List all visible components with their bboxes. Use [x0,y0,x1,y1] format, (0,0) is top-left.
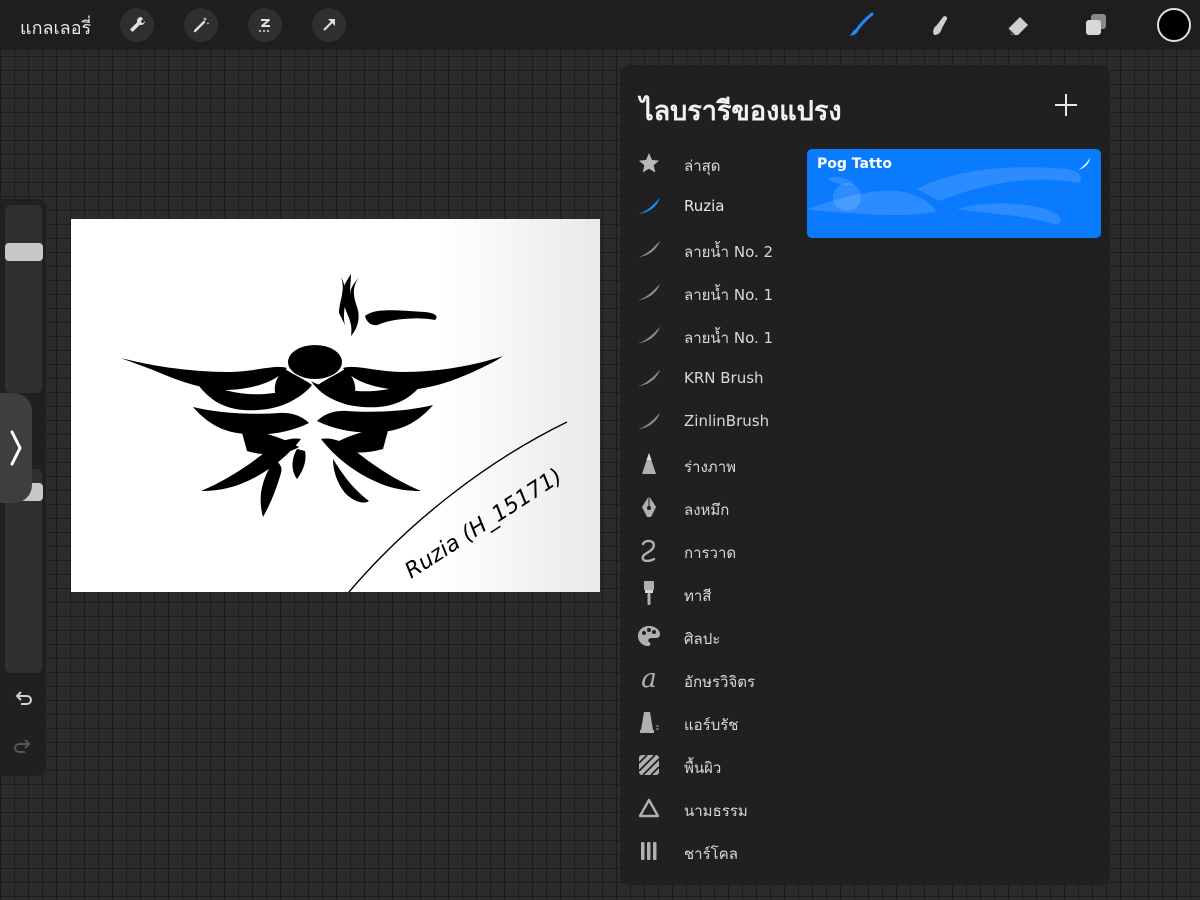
redo-icon[interactable] [11,735,35,759]
category-painting[interactable]: ทาสี [620,573,805,613]
brush-name: Pog Tatto [817,156,892,172]
brush-stroke-icon [1078,158,1090,170]
smudge-icon[interactable] [924,9,956,41]
brush-stroke-icon [637,280,661,304]
brush-card-pog-tatto[interactable]: Pog Tatto [807,149,1101,238]
category-artistic[interactable]: ศิลปะ [620,616,805,656]
category-zinlinbrush[interactable]: ZinlinBrush [620,401,805,441]
signature-text: Ruzia (H_15171) [401,464,567,584]
gallery-button[interactable]: แกลเลอรี่ [20,13,91,42]
panel-title: ไลบรารีของแปรง [640,96,842,127]
squiggle-icon [637,538,661,562]
transform-arrow-icon[interactable] [312,8,346,42]
top-toolbar: แกลเลอรี่ [0,0,1200,50]
brush-stroke-icon [637,194,661,218]
paint-brush-icon [637,581,661,605]
charcoal-icon [637,839,661,863]
brush-stroke-icon [637,409,661,433]
pencil-tip-icon [637,452,661,476]
category-sketching[interactable]: ร่างภาพ [620,444,805,484]
brush-stroke-icon [637,323,661,347]
airbrush-icon [637,710,661,734]
category-charcoal[interactable]: ชาร์โคล [620,831,805,871]
category-recent[interactable]: ล่าสุด [620,143,805,183]
calligraphy-icon: a [641,664,657,694]
category-texture[interactable]: พื้นผิว [620,745,805,785]
color-swatch[interactable] [1157,8,1191,42]
palette-icon [637,624,661,648]
brush-stroke-icon [637,237,661,261]
eraser-icon[interactable] [1002,9,1034,41]
category-watermark-2[interactable]: ลายน้ำ No. 2 [620,229,805,269]
sidebar-handle[interactable] [0,393,32,503]
brush-size-thumb[interactable] [5,243,43,261]
undo-icon[interactable] [11,687,35,711]
tribal-artwork: Ruzia (H_15171) [121,274,568,593]
category-krn-brush[interactable]: KRN Brush [620,358,805,398]
pen-nib-icon [637,495,661,519]
layers-icon[interactable] [1080,9,1112,41]
category-airbrush[interactable]: แอร์บรัช [620,702,805,742]
brush-icon[interactable] [845,9,877,41]
category-drawing[interactable]: การวาด [620,530,805,570]
texture-icon [637,753,661,777]
plus-icon[interactable] [1052,91,1080,119]
drawing-canvas[interactable]: Ruzia (H_15171) [71,219,600,593]
wrench-icon[interactable] [120,8,154,42]
category-calligraphy[interactable]: a อักษรวิจิตร [620,659,805,699]
category-abstract[interactable]: นามธรรม [620,788,805,828]
category-watermark-1b[interactable]: ลายน้ำ No. 1 [620,315,805,355]
selection-icon[interactable] [248,8,282,42]
category-ruzia[interactable]: Ruzia [620,186,805,226]
brush-library-panel: ไลบรารีของแปรง ล่าสุด Ruzia ลายน้ำ No. 2 [620,65,1110,885]
triangle-icon [637,796,661,820]
brush-stroke-icon [637,366,661,390]
chevron-right-icon [10,430,22,466]
brush-size-slider[interactable] [5,205,43,393]
category-inking[interactable]: ลงหมึก [620,487,805,527]
star-icon [637,151,661,175]
magic-wand-icon[interactable] [184,8,218,42]
category-watermark-1a[interactable]: ลายน้ำ No. 1 [620,272,805,312]
